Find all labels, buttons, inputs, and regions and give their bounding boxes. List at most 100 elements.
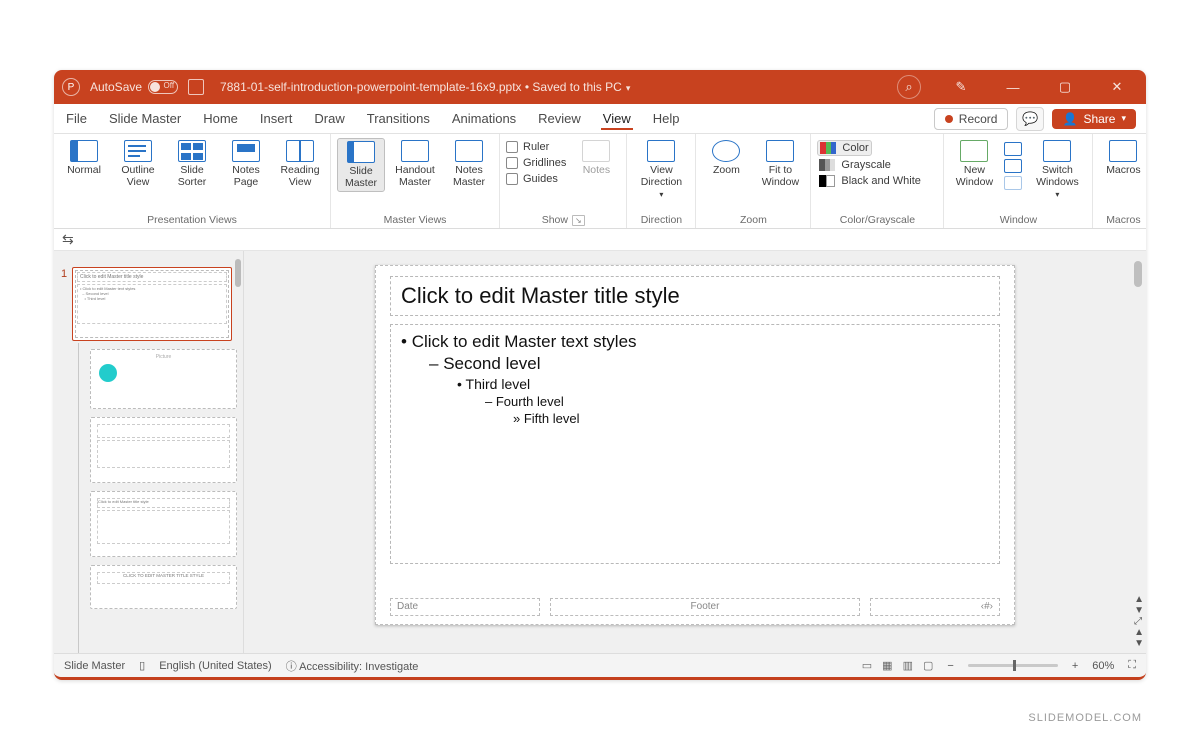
autosave-toggle[interactable]: AutoSave Off xyxy=(90,80,178,94)
zoom-out-button[interactable]: − xyxy=(947,660,953,672)
group-presentation-views: Normal Outline View Slide Sorter Notes P… xyxy=(54,134,331,228)
tab-help[interactable]: Help xyxy=(651,107,682,130)
minimize-button[interactable]: — xyxy=(992,70,1034,104)
tab-transitions[interactable]: Transitions xyxy=(365,107,432,130)
maximize-button[interactable]: ▢ xyxy=(1044,70,1086,104)
body-level-4: Fourth level xyxy=(485,393,989,410)
group-label: Zoom xyxy=(740,211,767,226)
layout-thumbnail[interactable]: Picture xyxy=(90,349,237,409)
group-show: Ruler Gridlines Guides Notes Show↘ xyxy=(500,134,627,228)
zoom-in-button[interactable]: + xyxy=(1072,660,1078,672)
btn-new-window[interactable]: New Window xyxy=(950,138,998,190)
footer-placeholders: Date Footer ‹#› xyxy=(390,598,1000,616)
btn-slide-sorter[interactable]: Slide Sorter xyxy=(168,138,216,190)
powerpoint-window: P AutoSave Off 7881-01-self-introduction… xyxy=(54,70,1146,680)
btn-switch-windows[interactable]: Switch Windows▾ xyxy=(1028,138,1086,202)
view-shortcut-buttons: ▭ ▦ ▥ ▢ xyxy=(862,659,934,672)
group-label: Direction xyxy=(641,211,682,226)
btn-slide-master[interactable]: Slide Master xyxy=(337,138,385,192)
master-slide[interactable]: Click to edit Master title style Click t… xyxy=(375,265,1015,625)
status-language[interactable]: English (United States) xyxy=(159,660,272,672)
group-window: New Window Switch Windows▾ Window xyxy=(944,134,1093,228)
overflow-icon[interactable]: ⇆ xyxy=(62,231,74,248)
layout-thumbnail[interactable]: CLICK TO EDIT MASTER TITLE STYLE xyxy=(90,565,237,609)
slideshow-view-icon[interactable]: ▢ xyxy=(923,659,933,672)
btn-black-white[interactable]: Black and White xyxy=(817,174,922,188)
save-icon[interactable] xyxy=(188,79,204,95)
chk-ruler[interactable]: Ruler xyxy=(506,140,549,154)
body-placeholder[interactable]: Click to edit Master text styles Second … xyxy=(390,324,1000,564)
group-macros: Macros Macros xyxy=(1093,134,1146,228)
tab-home[interactable]: Home xyxy=(201,107,240,130)
body-level-5: Fifth level xyxy=(513,410,989,427)
btn-outline-view[interactable]: Outline View xyxy=(114,138,162,190)
pen-icon[interactable]: ✎ xyxy=(940,70,982,104)
status-bar: Slide Master ▯ English (United States) ⓘ… xyxy=(54,653,1146,677)
quick-access-bar: ⇆ xyxy=(54,229,1146,251)
btn-notes-page[interactable]: Notes Page xyxy=(222,138,270,190)
tab-review[interactable]: Review xyxy=(536,107,583,130)
slide-nav-arrows[interactable]: ▲▼⤢▲▼ xyxy=(1134,594,1144,649)
comments-button[interactable]: 💬 xyxy=(1016,107,1044,131)
move-split-icon xyxy=(1004,176,1022,190)
workspace: 1 Click to edit Master title style • Cli… xyxy=(54,251,1146,653)
zoom-slider[interactable] xyxy=(968,664,1058,667)
title-bar: P AutoSave Off 7881-01-self-introduction… xyxy=(54,70,1146,104)
group-master-views: Slide Master Handout Master Notes Master… xyxy=(331,134,500,228)
body-level-2: Second level xyxy=(429,353,989,375)
layout-thumbnail[interactable] xyxy=(90,417,237,483)
record-button[interactable]: Record xyxy=(934,108,1009,130)
thumbnail-pane[interactable]: 1 Click to edit Master title style • Cli… xyxy=(54,251,244,653)
zoom-percent[interactable]: 60% xyxy=(1092,660,1114,672)
tab-view[interactable]: View xyxy=(601,107,633,130)
title-placeholder[interactable]: Click to edit Master title style xyxy=(390,276,1000,316)
fit-to-window-icon[interactable]: ⛶ xyxy=(1128,659,1136,672)
chk-gridlines[interactable]: Gridlines xyxy=(506,156,566,170)
autosave-label: AutoSave xyxy=(90,80,142,94)
notes-icon[interactable]: ▯ xyxy=(139,659,145,672)
date-placeholder[interactable]: Date xyxy=(390,598,540,616)
btn-color[interactable]: Color xyxy=(817,140,871,156)
chk-guides[interactable]: Guides xyxy=(506,172,558,186)
slide-number-placeholder[interactable]: ‹#› xyxy=(870,598,1000,616)
btn-macros[interactable]: Macros xyxy=(1099,138,1146,179)
group-zoom: Zoom Fit to Window Zoom xyxy=(696,134,811,228)
dialog-launcher-icon[interactable]: ↘ xyxy=(572,215,585,226)
tab-insert[interactable]: Insert xyxy=(258,107,295,130)
btn-normal[interactable]: Normal xyxy=(60,138,108,179)
btn-handout-master[interactable]: Handout Master xyxy=(391,138,439,190)
btn-grayscale[interactable]: Grayscale xyxy=(817,158,893,172)
cascade-icon[interactable] xyxy=(1004,159,1022,173)
arrange-all-icon[interactable] xyxy=(1004,142,1022,156)
reading-view-icon[interactable]: ▥ xyxy=(903,659,913,672)
btn-zoom[interactable]: Zoom xyxy=(702,138,750,179)
tab-slide-master[interactable]: Slide Master xyxy=(107,107,183,130)
thumb-scrollbar[interactable] xyxy=(235,259,241,287)
status-accessibility[interactable]: ⓘ Accessibility: Investigate xyxy=(286,658,419,674)
tab-file[interactable]: File xyxy=(64,107,89,130)
share-button[interactable]: 👤 Share ▾ xyxy=(1052,109,1136,129)
group-label: Presentation Views xyxy=(147,211,237,226)
btn-reading-view[interactable]: Reading View xyxy=(276,138,324,190)
slide-canvas[interactable]: Click to edit Master title style Click t… xyxy=(244,251,1146,653)
document-title: 7881-01-self-introduction-powerpoint-tem… xyxy=(220,80,630,94)
layout-thumbnail[interactable]: Click to edit Master title style xyxy=(90,491,237,557)
group-label: Master Views xyxy=(384,211,447,226)
group-label: Color/Grayscale xyxy=(840,211,915,226)
ribbon: Normal Outline View Slide Sorter Notes P… xyxy=(54,134,1146,229)
close-button[interactable]: ✕ xyxy=(1096,70,1138,104)
group-label: Macros xyxy=(1106,211,1140,226)
canvas-scrollbar[interactable] xyxy=(1134,261,1142,287)
btn-view-direction[interactable]: View Direction▾ xyxy=(633,138,689,202)
footer-placeholder[interactable]: Footer xyxy=(550,598,860,616)
sorter-view-icon[interactable]: ▦ xyxy=(882,659,892,672)
search-button[interactable]: ⌕ xyxy=(888,70,930,104)
btn-fit-window[interactable]: Fit to Window xyxy=(756,138,804,190)
master-thumbnail[interactable]: 1 Click to edit Master title style • Cli… xyxy=(72,267,232,341)
normal-view-icon[interactable]: ▭ xyxy=(862,659,872,672)
app-icon: P xyxy=(62,78,80,96)
tab-animations[interactable]: Animations xyxy=(450,107,518,130)
btn-notes: Notes xyxy=(572,138,620,179)
btn-notes-master[interactable]: Notes Master xyxy=(445,138,493,190)
tab-draw[interactable]: Draw xyxy=(312,107,346,130)
